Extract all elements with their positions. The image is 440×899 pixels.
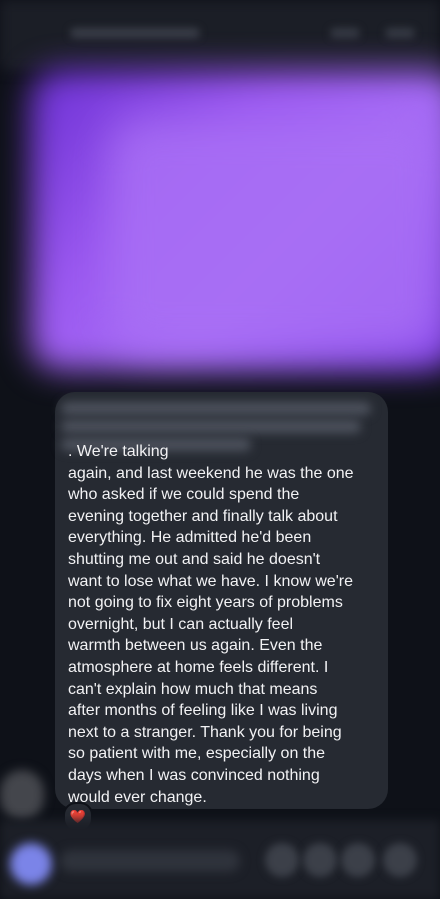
- blurred-conversation-title: [70, 28, 200, 38]
- message-bubble[interactable]: . We're talking again, and last weekend …: [55, 392, 388, 809]
- blurred-action-button[interactable]: [265, 843, 299, 877]
- composer-avatar[interactable]: [10, 843, 52, 885]
- blurred-message-input[interactable]: [60, 850, 240, 872]
- blurred-header: [0, 0, 440, 70]
- blurred-header-icon[interactable]: [330, 28, 360, 38]
- blurred-action-button[interactable]: [341, 843, 375, 877]
- blurred-header-icon[interactable]: [385, 28, 415, 38]
- contact-avatar[interactable]: [0, 770, 44, 820]
- image-preview-glow: [110, 120, 440, 350]
- blurred-action-button[interactable]: [383, 843, 417, 877]
- message-text: . We're talking again, and last weekend …: [68, 443, 354, 806]
- blurred-action-button[interactable]: [303, 843, 337, 877]
- chat-screen: . We're talking again, and last weekend …: [0, 0, 440, 899]
